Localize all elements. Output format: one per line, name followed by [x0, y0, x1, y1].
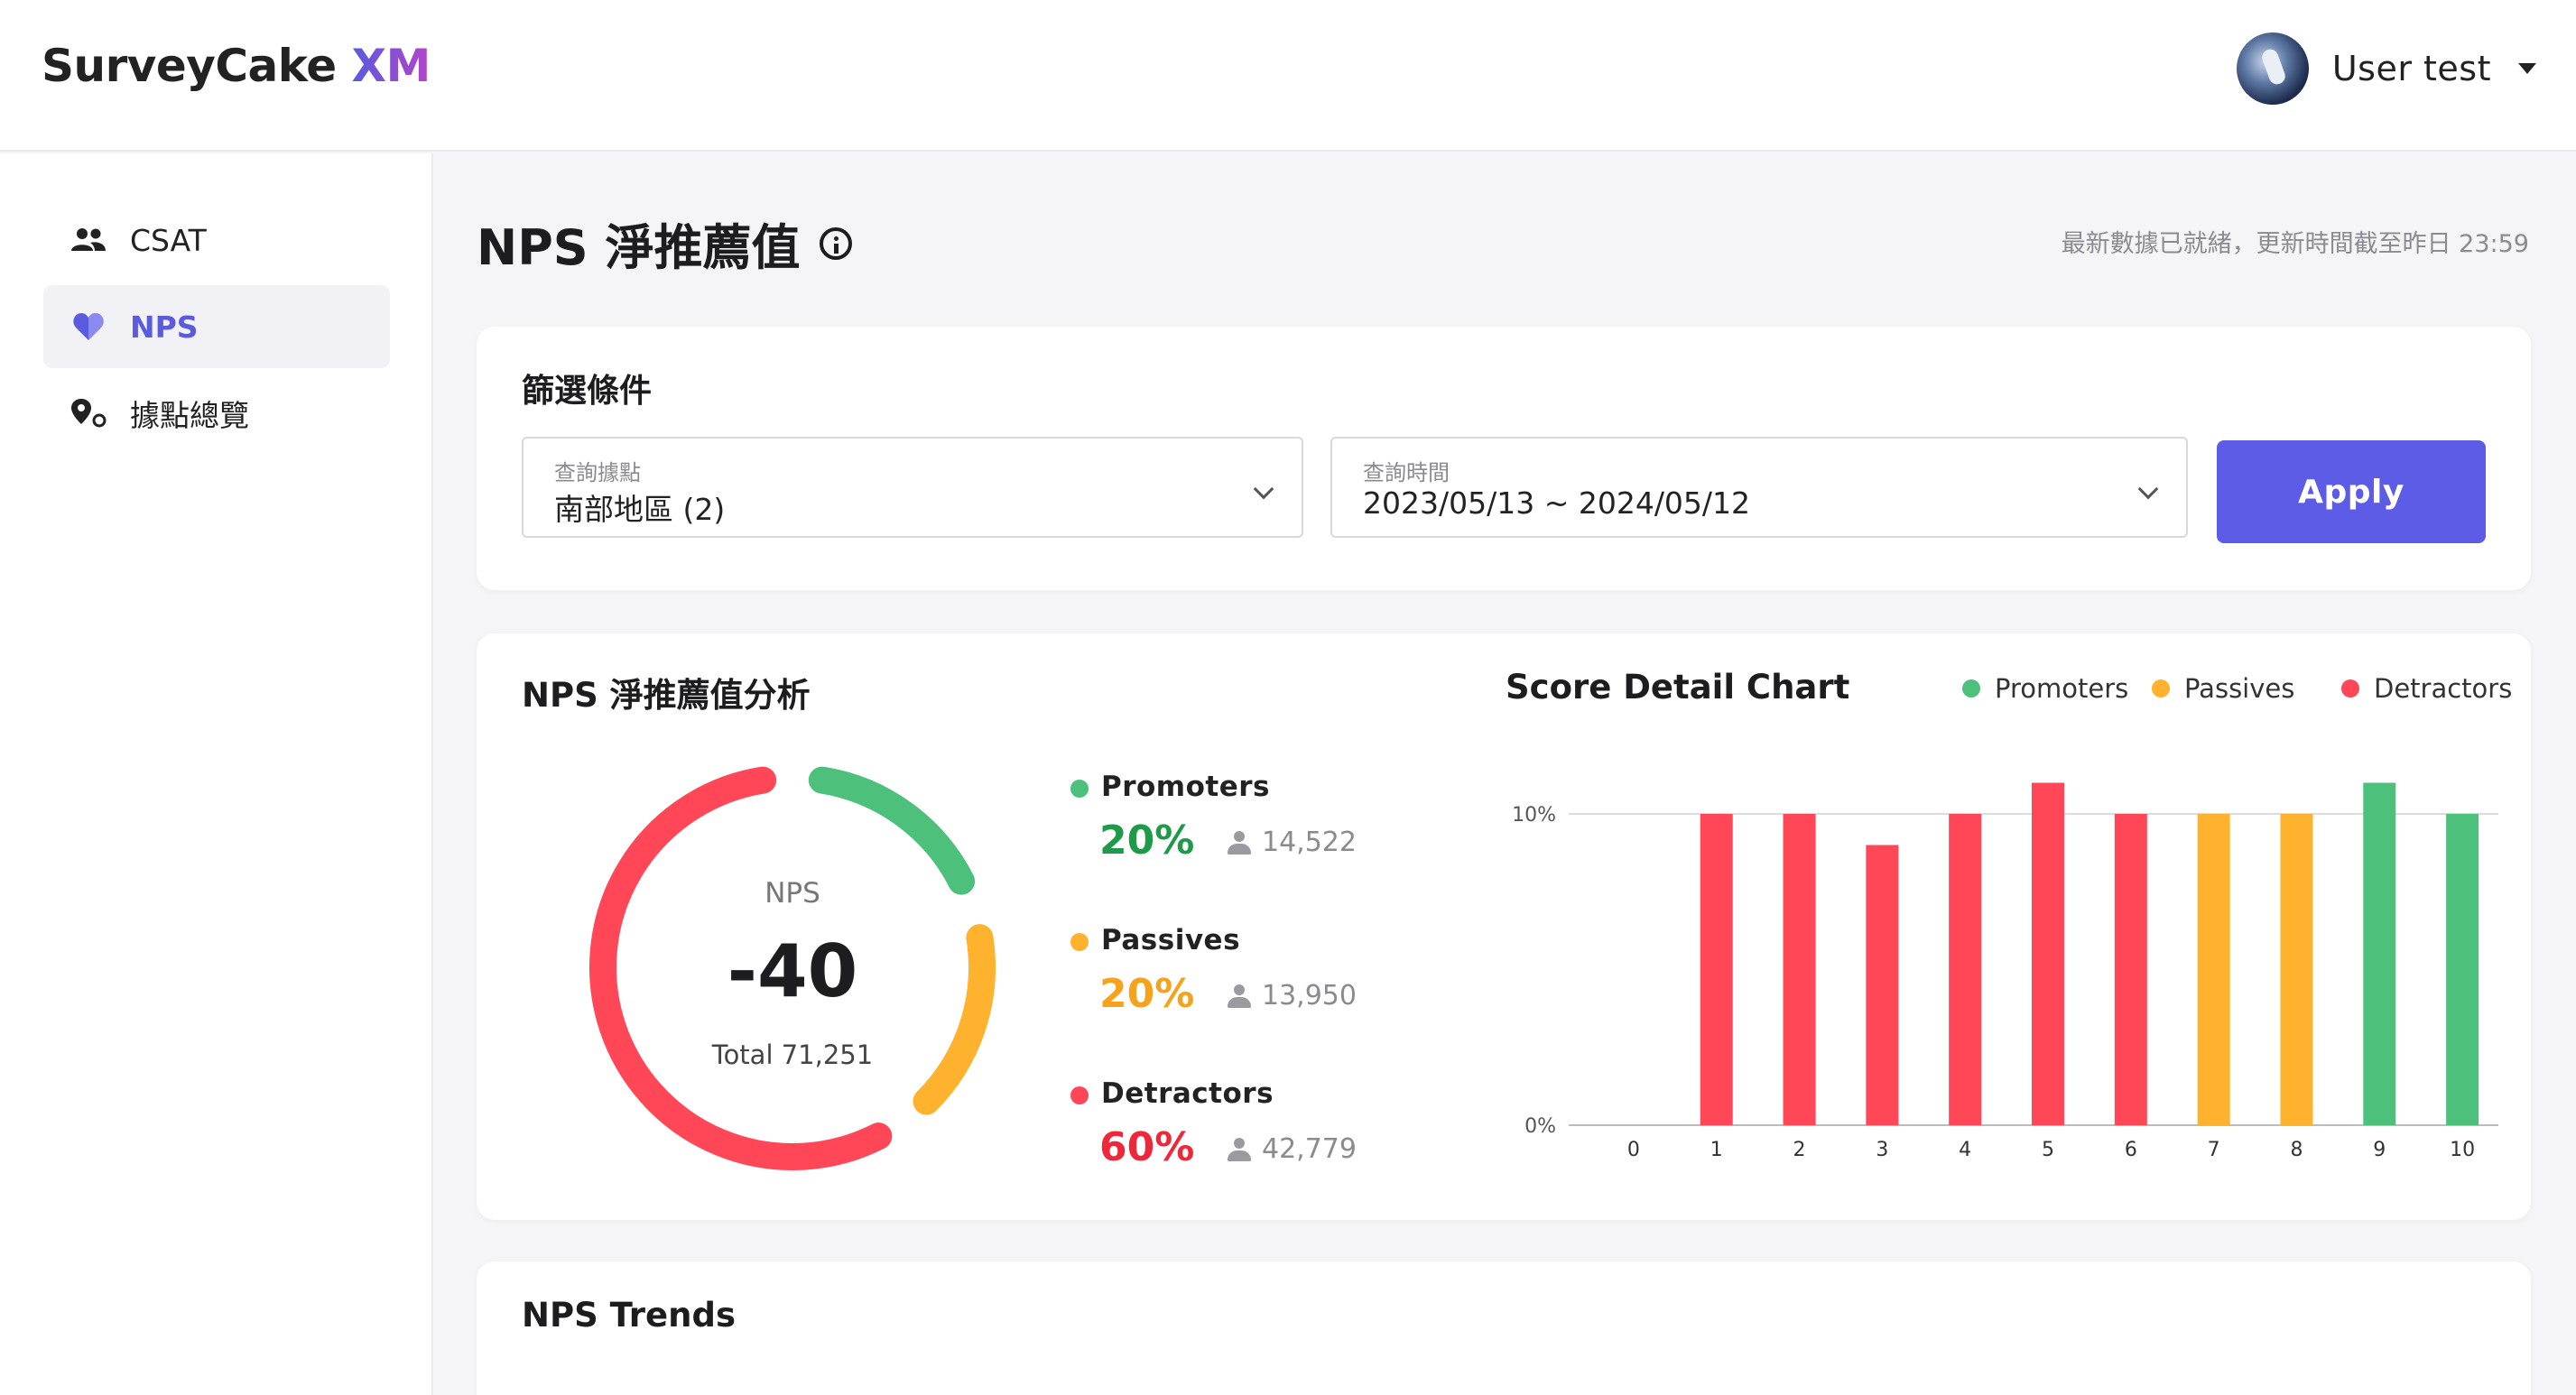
x-tick-label: 0: [1627, 1139, 1640, 1161]
update-note: 最新數據已就緒，更新時間截至昨日 23:59: [2061, 230, 2529, 258]
bar-score-6: [2114, 814, 2147, 1125]
apply-button[interactable]: Apply: [2217, 440, 2486, 543]
nps-analysis-title: NPS 淨推薦值分析: [522, 676, 811, 715]
nps-trends-title: NPS Trends: [522, 1296, 736, 1335]
x-tick-label: 9: [2373, 1139, 2386, 1161]
page-title: NPS 淨推薦值: [477, 208, 853, 279]
sidebar-item-csat[interactable]: CSAT: [43, 199, 390, 282]
bar-score-9: [2363, 782, 2396, 1125]
bar-score-2: [1783, 814, 1816, 1125]
legend-detractors[interactable]: Detractors: [2341, 673, 2512, 704]
filter-title: 篩選條件: [522, 373, 653, 410]
legend-label: Detractors: [2374, 673, 2513, 704]
chart-bars: [1700, 782, 2479, 1125]
promoters-dot: [1070, 780, 1089, 798]
surveycake-logo[interactable]: SurveyCake XM: [42, 40, 431, 92]
legend-passives[interactable]: Passives: [2152, 673, 2294, 704]
sidebar-item-location-overview[interactable]: 據點總覽: [43, 372, 390, 455]
x-tick-label: 7: [2208, 1139, 2220, 1161]
x-tick-label: 1: [1710, 1139, 1723, 1161]
legend-label: Passives: [2184, 673, 2295, 704]
date-range-label: 查詢時間: [1363, 460, 1450, 485]
filter-card: 篩選條件 查詢據點 南部地區 (2) 查詢時間 2023/05/13 ~ 202…: [477, 327, 2531, 590]
chevron-down-icon: [2137, 478, 2159, 500]
x-tick-label: 8: [2290, 1139, 2303, 1161]
nps-analysis-card: NPS 淨推薦值分析 NPS -40 Total 71,251 Promoter…: [477, 633, 2531, 1220]
x-tick-label: 4: [1959, 1139, 1971, 1161]
date-range-select[interactable]: 查詢時間 2023/05/13 ~ 2024/05/12: [1330, 437, 2188, 538]
bar-score-1: [1700, 814, 1733, 1125]
nps-total: Total 71,251: [711, 1039, 874, 1070]
bar-score-10: [2446, 814, 2479, 1125]
chevron-down-icon: [1253, 478, 1274, 500]
x-tick-label: 3: [1876, 1139, 1888, 1161]
heart-icon: [67, 305, 110, 348]
logo-xm: XM: [351, 40, 431, 92]
nps-trends-card: NPS Trends: [477, 1261, 2531, 1395]
donut-arc-promoters: [808, 766, 976, 895]
legend-promoters[interactable]: Promoters: [1962, 673, 2128, 704]
x-tick-label: 6: [2125, 1139, 2137, 1161]
donut-center-label: NPS: [764, 877, 820, 910]
logo-text: SurveyCake: [42, 40, 352, 92]
legend-dot: [1962, 679, 1980, 698]
nps-score: -40: [727, 929, 858, 1013]
promoters-pct: 20%: [1099, 818, 1195, 864]
score-chart-title: Score Detail Chart: [1506, 668, 1850, 707]
location-pin-icon: [67, 392, 110, 435]
chart-labels: 0% 10% 0 1 2 3 4 5 6 7 8 9 10: [1512, 804, 2475, 1161]
score-detail-chart: 0% 10% 0 1 2 3 4 5 6 7 8 9 10: [1512, 782, 2498, 1161]
person-icon: [1226, 983, 1253, 1010]
x-tick-label: 2: [1793, 1139, 1806, 1161]
y-tick-label: 0%: [1524, 1115, 1556, 1138]
sidebar-item-label: 據點總覽: [130, 398, 249, 433]
promoters-count: 14,522: [1226, 827, 1357, 858]
bar-score-8: [2280, 814, 2313, 1125]
bar-score-4: [1949, 814, 1982, 1125]
detractors-label: Detractors: [1101, 1077, 1274, 1110]
promoters-count-value: 14,522: [1262, 827, 1357, 858]
x-tick-label: 10: [2450, 1139, 2475, 1161]
sidebar-item-nps[interactable]: NPS: [43, 285, 390, 368]
location-select[interactable]: 查詢據點 南部地區 (2): [522, 437, 1303, 538]
x-tick-label: 5: [2042, 1139, 2054, 1161]
location-select-value: 南部地區 (2): [554, 492, 726, 527]
detractors-pct: 60%: [1099, 1124, 1195, 1170]
passives-dot: [1070, 933, 1089, 951]
passives-count-value: 13,950: [1262, 980, 1357, 1012]
page-title-text: NPS 淨推薦值: [477, 219, 801, 276]
people-icon: [67, 218, 110, 262]
y-tick-label: 10%: [1512, 804, 1556, 827]
person-icon: [1226, 829, 1253, 856]
info-icon[interactable]: [820, 226, 853, 260]
sidebar: CSAT NPS 據點總覽: [0, 153, 433, 1395]
bar-score-7: [2197, 814, 2230, 1125]
detractors-count-value: 42,779: [1262, 1133, 1357, 1165]
location-select-label: 查詢據點: [554, 460, 641, 485]
date-range-value: 2023/05/13 ~ 2024/05/12: [1363, 485, 1751, 521]
caret-down-icon[interactable]: [2518, 63, 2536, 74]
legend-dot: [2341, 679, 2359, 698]
sidebar-item-label: NPS: [130, 309, 199, 345]
top-header: SurveyCake XM User test: [0, 0, 2576, 152]
passives-label: Passives: [1101, 924, 1241, 956]
legend-dot: [2152, 679, 2170, 698]
passives-pct: 20%: [1099, 971, 1195, 1017]
user-name: User test: [2331, 49, 2491, 88]
sidebar-item-label: CSAT: [130, 222, 207, 258]
avatar[interactable]: [2236, 32, 2309, 105]
detractors-count: 42,779: [1226, 1133, 1357, 1165]
passives-count: 13,950: [1226, 980, 1357, 1012]
promoters-label: Promoters: [1101, 771, 1270, 803]
legend-label: Promoters: [1995, 673, 2129, 704]
detractors-dot: [1070, 1086, 1089, 1104]
bar-score-3: [1866, 845, 1899, 1125]
bar-score-5: [2032, 782, 2064, 1125]
person-icon: [1226, 1136, 1253, 1163]
user-menu[interactable]: User test: [2236, 32, 2536, 105]
